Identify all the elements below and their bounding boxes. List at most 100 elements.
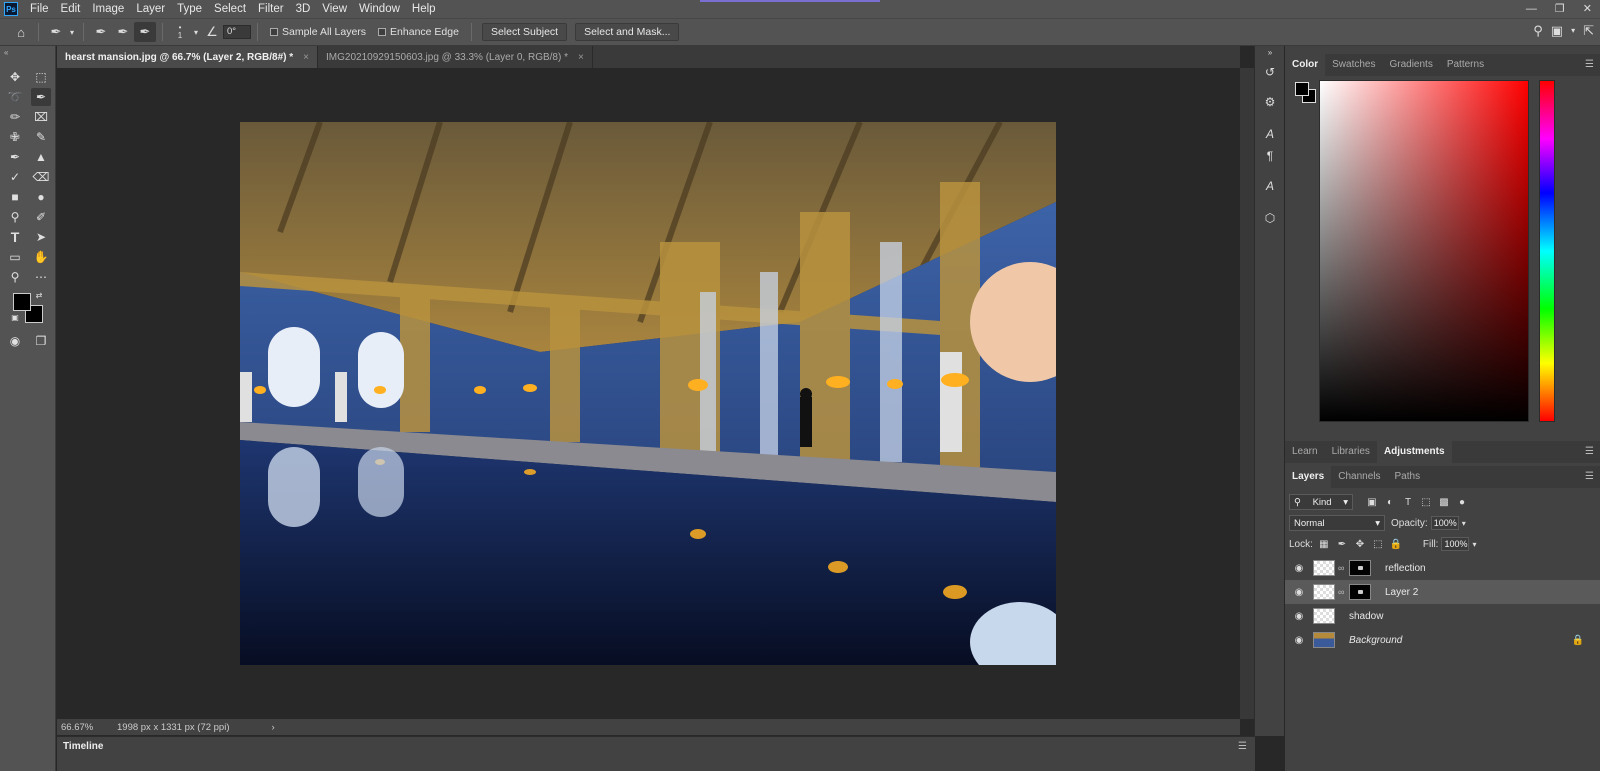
quick-selection-tool-icon[interactable]: ✒	[31, 88, 51, 106]
tab-color[interactable]: Color	[1285, 54, 1326, 76]
menu-window[interactable]: Window	[353, 0, 406, 18]
collapse-icon[interactable]: «	[4, 48, 8, 57]
paragraph-icon[interactable]: ¶	[1262, 148, 1278, 164]
default-colors-icon[interactable]: ▣	[10, 312, 20, 322]
angle-input[interactable]: 0°	[223, 25, 251, 39]
zoom-level[interactable]: 66.67%	[61, 722, 113, 733]
menu-3d[interactable]: 3D	[290, 0, 317, 18]
canvas-area[interactable]	[57, 68, 1240, 719]
chevron-down-icon[interactable]: ▾	[67, 22, 77, 42]
zoom-tool-icon[interactable]: ⚲	[5, 268, 25, 286]
lock-all-icon[interactable]: 🔒	[1389, 537, 1403, 551]
tab-adjustments[interactable]: Adjustments	[1376, 441, 1452, 463]
lasso-tool-icon[interactable]: ➰	[5, 88, 25, 106]
adjustment-filter-icon[interactable]: ◐	[1383, 495, 1397, 509]
chevron-down-icon[interactable]: ▾	[1462, 519, 1466, 528]
menu-type[interactable]: Type	[171, 0, 208, 18]
opacity-input[interactable]: 100%	[1430, 516, 1459, 530]
tab-learn[interactable]: Learn	[1285, 441, 1325, 463]
checkbox-box[interactable]	[378, 28, 387, 36]
panel-menu-icon[interactable]: ☰	[1585, 471, 1594, 482]
collapse-icon[interactable]: »	[1262, 44, 1278, 60]
enhance-edge-checkbox[interactable]: Enhance Edge	[378, 26, 459, 38]
rectangle-tool-icon[interactable]: ▭	[5, 248, 25, 266]
visibility-eye-icon[interactable]: ◉	[1289, 611, 1309, 622]
glyphs-icon[interactable]: A	[1262, 178, 1278, 194]
workspace-icon[interactable]: ▣	[1551, 23, 1563, 39]
mask-link-icon[interactable]: ∞	[1338, 587, 1346, 597]
document-canvas-image[interactable]	[240, 122, 1056, 665]
select-subject-button[interactable]: Select Subject	[481, 23, 568, 41]
visibility-eye-icon[interactable]: ◉	[1289, 587, 1309, 598]
tab-channels[interactable]: Channels	[1331, 466, 1387, 488]
restore-icon[interactable]: ❐	[1555, 0, 1565, 18]
visibility-eye-icon[interactable]: ◉	[1289, 563, 1309, 574]
move-tool-icon[interactable]: ✥	[5, 68, 25, 86]
chevron-down-icon[interactable]: ▾	[1571, 23, 1575, 39]
layer-row-background[interactable]: ◉ Background 🔒	[1285, 628, 1600, 652]
shape-filter-icon[interactable]: ⬚	[1419, 495, 1433, 509]
swap-colors-icon[interactable]: ⇄	[34, 290, 44, 300]
layer-row-shadow[interactable]: ◉ shadow	[1285, 604, 1600, 628]
tab-libraries[interactable]: Libraries	[1325, 441, 1377, 463]
add-to-selection-icon[interactable]: ✒	[112, 22, 134, 42]
type-tool-icon[interactable]: T	[5, 228, 25, 246]
document-tab-img20210929150603[interactable]: IMG20210929150603.jpg @ 33.3% (Layer 0, …	[318, 46, 593, 68]
patch-tool-icon[interactable]: ✎	[31, 128, 51, 146]
hue-slider[interactable]	[1539, 80, 1555, 422]
checkbox-box[interactable]	[270, 28, 278, 36]
history-icon[interactable]: ↺	[1262, 64, 1278, 80]
document-tab-hearst-mansion[interactable]: hearst mansion.jpg @ 66.7% (Layer 2, RGB…	[57, 46, 319, 68]
more-tools-icon[interactable]: ⋯	[31, 268, 51, 286]
frame-tool-icon[interactable]: ⌧	[31, 108, 51, 126]
smart-object-filter-icon[interactable]: ▩	[1437, 495, 1451, 509]
dodge-tool-icon[interactable]: ⚲	[5, 208, 25, 226]
sample-all-layers-checkbox[interactable]: Sample All Layers	[270, 26, 366, 38]
gradient-tool-icon[interactable]: ■	[5, 188, 25, 206]
history-brush-tool-icon[interactable]: ✓	[5, 168, 25, 186]
status-arrow[interactable]: ›	[272, 722, 275, 733]
hand-tool-icon[interactable]: ✋	[31, 248, 51, 266]
blur-tool-icon[interactable]: ●	[31, 188, 51, 206]
eyedropper-tool-icon[interactable]: ✏	[5, 108, 25, 126]
menu-view[interactable]: View	[316, 0, 353, 18]
minimize-icon[interactable]: —	[1526, 0, 1537, 18]
close-icon[interactable]: ×	[303, 52, 309, 63]
mask-link-icon[interactable]: ∞	[1338, 563, 1346, 573]
menu-file[interactable]: File	[24, 0, 55, 18]
quick-mask-icon[interactable]: ◉	[5, 332, 25, 350]
pen-tool-icon[interactable]: ✐	[31, 208, 51, 226]
layer-row-layer-2[interactable]: ◉ ∞ Layer 2	[1285, 580, 1600, 604]
lock-artboard-icon[interactable]: ⬚	[1371, 537, 1385, 551]
visibility-eye-icon[interactable]: ◉	[1289, 635, 1309, 646]
spot-healing-tool-icon[interactable]: ✙	[5, 128, 25, 146]
subtract-selection-icon[interactable]: ✒	[134, 22, 156, 42]
search-icon[interactable]: ⚲	[1533, 23, 1543, 39]
foreground-color-swatch[interactable]	[13, 293, 31, 311]
lock-position-icon[interactable]: ✥	[1353, 537, 1367, 551]
panel-menu-icon[interactable]: ☰	[1585, 446, 1594, 457]
timeline-tab[interactable]: Timeline	[63, 741, 103, 752]
color-picker-field[interactable]	[1319, 80, 1529, 422]
eraser-tool-icon[interactable]: ⌫	[31, 168, 51, 186]
blend-mode-select[interactable]: Normal ▾	[1289, 515, 1385, 531]
pixel-filter-icon[interactable]: ▣	[1365, 495, 1379, 509]
select-and-mask-button[interactable]: Select and Mask...	[575, 23, 680, 41]
fill-input[interactable]: 100%	[1441, 537, 1470, 551]
close-icon[interactable]: ✕	[1583, 0, 1592, 18]
character-icon[interactable]: A	[1262, 126, 1278, 142]
menu-image[interactable]: Image	[86, 0, 130, 18]
layer-filter-select[interactable]: ⚲ Kind ▾	[1289, 494, 1353, 510]
menu-edit[interactable]: Edit	[55, 0, 87, 18]
home-icon[interactable]: ⌂	[10, 22, 32, 42]
tab-paths[interactable]: Paths	[1388, 466, 1428, 488]
panel-menu-icon[interactable]: ☰	[1585, 59, 1594, 70]
brush-tool-icon[interactable]: ✒	[5, 148, 25, 166]
layer-mask-thumbnail[interactable]	[1349, 584, 1371, 600]
menu-help[interactable]: Help	[406, 0, 442, 18]
lock-transparent-icon[interactable]: ▦	[1317, 537, 1331, 551]
menu-select[interactable]: Select	[208, 0, 252, 18]
chevron-down-icon[interactable]: ▾	[1472, 540, 1476, 549]
share-icon[interactable]: ⇱	[1583, 23, 1594, 39]
brush-size-picker[interactable]: • 1	[169, 22, 191, 42]
